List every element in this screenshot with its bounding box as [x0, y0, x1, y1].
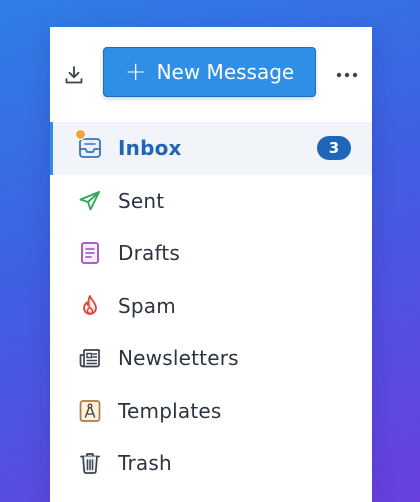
folder-item-templates[interactable]: Templates: [50, 385, 372, 438]
folder-item-drafts[interactable]: Drafts: [50, 227, 372, 280]
folder-list: Inbox 3 Sent Drafts Spam Newsletters Tem…: [50, 122, 372, 490]
new-message-label: New Message: [156, 60, 295, 84]
sidebar-toolbar: + New Message: [50, 27, 372, 119]
flame-icon: [83, 294, 97, 315]
folder-item-newsletters[interactable]: Newsletters: [50, 332, 372, 385]
folder-label-spam: Spam: [118, 293, 176, 318]
download-button[interactable]: [60, 61, 88, 89]
folder-label-sent: Sent: [118, 188, 165, 213]
folder-item-trash[interactable]: Trash: [50, 437, 372, 490]
trash-icon: [80, 453, 100, 475]
unread-count-badge: 3: [317, 136, 351, 161]
folder-label-trash: Trash: [118, 451, 172, 476]
plus-icon: +: [124, 57, 147, 87]
download-icon: [65, 66, 83, 84]
new-message-button[interactable]: + New Message: [103, 47, 316, 97]
folder-label-newsletters: Newsletters: [118, 346, 239, 371]
unread-dot-icon: [75, 129, 86, 140]
folder-item-spam[interactable]: Spam: [50, 280, 372, 333]
compass-template-icon: [79, 399, 101, 422]
folder-label-drafts: Drafts: [118, 241, 181, 266]
send-icon: [79, 190, 100, 211]
more-options-button[interactable]: [332, 61, 362, 89]
draft-document-icon: [81, 242, 99, 265]
folder-item-inbox[interactable]: Inbox 3: [50, 122, 372, 175]
folder-label-inbox: Inbox: [118, 136, 182, 161]
mail-sidebar: + New Message Inbox 3 Sent Drafts Spam N…: [50, 27, 372, 502]
folder-label-templates: Templates: [118, 398, 222, 423]
newspaper-icon: [79, 349, 100, 368]
more-horizontal-icon: [336, 72, 358, 78]
folder-item-sent[interactable]: Sent: [50, 175, 372, 228]
